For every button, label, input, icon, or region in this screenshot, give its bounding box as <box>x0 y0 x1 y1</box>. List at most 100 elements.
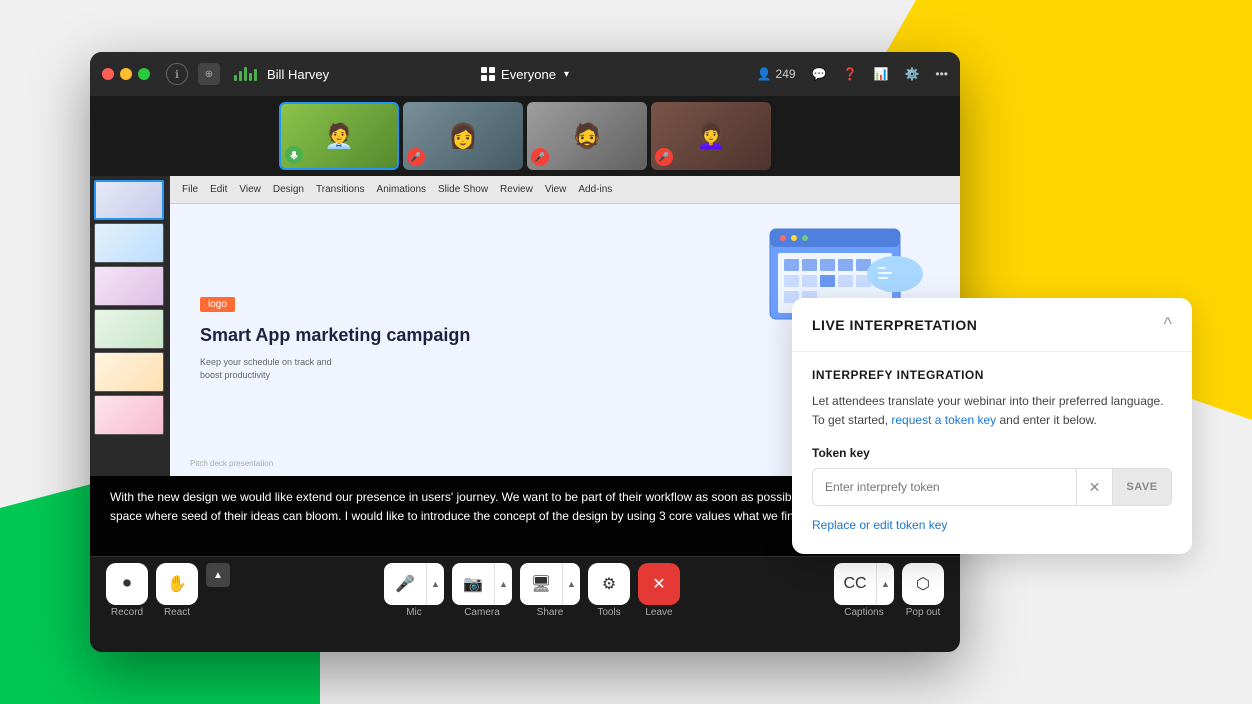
video-thumbnails-row: 🧑‍💼 👩 🎤 🧔 🎤 👩‍🦱 🎤 <box>90 96 960 176</box>
interpretation-header: LIVE INTERPRETATION ^ <box>792 298 1192 352</box>
tools-button[interactable]: ⚙ <box>588 563 630 605</box>
description-end: and enter it below. <box>999 413 1096 427</box>
audio-bar-5 <box>254 69 257 81</box>
share-with-arrow: 🖥 ▲ <box>520 563 580 605</box>
host-name: Bill Harvey <box>267 67 329 82</box>
captions-arrow[interactable]: ▲ <box>876 563 894 605</box>
token-clear-button[interactable]: ✕ <box>1076 468 1112 506</box>
maximize-button[interactable] <box>138 68 150 80</box>
audio-bar-4 <box>249 73 252 81</box>
slide-thumb-6[interactable] <box>94 395 164 435</box>
minimize-button[interactable] <box>120 68 132 80</box>
traffic-lights <box>102 68 150 80</box>
participants-button[interactable]: 👤 249 <box>757 67 796 81</box>
settings-button[interactable]: ⚙️ <box>904 67 919 81</box>
video-thumb-1[interactable]: 🧑‍💼 <box>279 102 399 170</box>
tools-group: ⚙ Tools <box>588 563 630 618</box>
mic-muted-2: 🎤 <box>407 148 425 166</box>
popout-group: ⬡ Pop out <box>902 563 944 618</box>
chat-icon: 💬 <box>812 67 827 81</box>
menu-addins[interactable]: Add-ins <box>574 184 616 195</box>
tools-label: Tools <box>597 607 620 618</box>
record-button[interactable]: ⏺ <box>106 563 148 605</box>
menu-view2[interactable]: View <box>541 184 571 195</box>
slide-thumb-5[interactable] <box>94 352 164 392</box>
token-request-link[interactable]: request a token key <box>891 413 996 427</box>
token-replace-link[interactable]: Replace or edit token key <box>812 518 947 532</box>
mic-muted-3: 🎤 <box>531 148 549 166</box>
popout-button[interactable]: ⬡ <box>902 563 944 605</box>
toolbar-right-group: CC ▲ Captions ⬡ Pop out <box>834 563 944 618</box>
mic-arrow[interactable]: ▲ <box>426 563 444 605</box>
captions-button[interactable]: CC <box>834 563 876 605</box>
collapse-button[interactable]: ^ <box>1164 314 1172 335</box>
participants-icon: 👤 <box>757 67 772 81</box>
participant-count: 249 <box>776 67 796 81</box>
info-icon[interactable]: ℹ <box>166 63 188 85</box>
interpretation-title: LIVE INTERPRETATION <box>812 317 977 333</box>
leave-group: ✕ Leave <box>638 563 680 618</box>
record-label: Record <box>111 607 143 618</box>
settings-icon[interactable]: ⊕ <box>198 63 220 85</box>
mic-label: Mic <box>406 607 422 618</box>
menu-animations[interactable]: Animations <box>373 184 430 195</box>
integration-title: INTERPREFY INTEGRATION <box>812 368 1172 382</box>
qa-icon: ❓ <box>843 67 858 81</box>
camera-group: 📷 ▲ Camera <box>452 563 512 618</box>
mic-muted-4: 🎤 <box>655 148 673 166</box>
toolbar-center-group: 🎤 ▲ Mic 📷 ▲ Camera 🖥 ▲ Share <box>384 563 680 618</box>
slide-footer: Pitch deck presentation <box>190 459 273 468</box>
react-button[interactable]: ✋ <box>156 563 198 605</box>
audio-level-indicator <box>234 67 257 81</box>
menu-design[interactable]: Design <box>269 184 308 195</box>
audience-label: Everyone <box>501 67 556 82</box>
camera-label: Camera <box>464 607 500 618</box>
audio-bar-1 <box>234 75 237 81</box>
qa-button[interactable]: ❓ <box>843 67 858 81</box>
captions-with-arrow: CC ▲ <box>834 563 894 605</box>
menu-edit[interactable]: Edit <box>206 184 231 195</box>
share-label: Share <box>537 607 564 618</box>
slide-thumb-3[interactable] <box>94 266 164 306</box>
chat-button[interactable]: 💬 <box>812 67 827 81</box>
audience-selector[interactable]: Everyone ▾ <box>481 67 569 82</box>
slide-thumb-4[interactable] <box>94 309 164 349</box>
mic-group: 🎤 ▲ Mic <box>384 563 444 618</box>
captions-label: Captions <box>844 607 883 618</box>
share-group: 🖥 ▲ Share <box>520 563 580 618</box>
menu-view[interactable]: View <box>235 184 265 195</box>
camera-arrow[interactable]: ▲ <box>494 563 512 605</box>
token-save-button[interactable]: SAVE <box>1112 468 1172 506</box>
menu-transitions[interactable]: Transitions <box>312 184 369 195</box>
video-thumb-3[interactable]: 🧔 🎤 <box>527 102 647 170</box>
polls-button[interactable]: 📊 <box>873 67 888 81</box>
video-thumb-4[interactable]: 👩‍🦱 🎤 <box>651 102 771 170</box>
mic-button[interactable]: 🎤 <box>384 563 426 605</box>
camera-with-arrow: 📷 ▲ <box>452 563 512 605</box>
interpretation-body: INTERPREFY INTEGRATION Let attendees tra… <box>792 352 1192 554</box>
leave-button[interactable]: ✕ <box>638 563 680 605</box>
share-arrow[interactable]: ▲ <box>562 563 580 605</box>
presentation-toolbar: File Edit View Design Transitions Animat… <box>170 176 960 204</box>
slide-panel <box>90 176 170 476</box>
camera-button[interactable]: 📷 <box>452 563 494 605</box>
menu-slideshow[interactable]: Slide Show <box>434 184 492 195</box>
audio-bar-2 <box>239 71 242 81</box>
token-key-label: Token key <box>812 446 1172 460</box>
expand-button[interactable]: ▲ <box>206 563 230 587</box>
mic-active-1 <box>285 146 303 164</box>
token-input[interactable] <box>812 468 1076 506</box>
more-button[interactable]: ••• <box>935 67 948 81</box>
polls-icon: 📊 <box>873 67 888 81</box>
share-button[interactable]: 🖥 <box>520 563 562 605</box>
popout-label: Pop out <box>906 607 940 618</box>
token-input-row: ✕ SAVE <box>812 468 1172 506</box>
toolbar-left-group: ⏺ Record ✋ React ▲ <box>106 563 230 618</box>
audience-chevron: ▾ <box>564 69 569 80</box>
slide-thumb-2[interactable] <box>94 223 164 263</box>
menu-file[interactable]: File <box>178 184 202 195</box>
video-thumb-2[interactable]: 👩 🎤 <box>403 102 523 170</box>
close-button[interactable] <box>102 68 114 80</box>
menu-review[interactable]: Review <box>496 184 537 195</box>
slide-thumb-1[interactable] <box>94 180 164 220</box>
